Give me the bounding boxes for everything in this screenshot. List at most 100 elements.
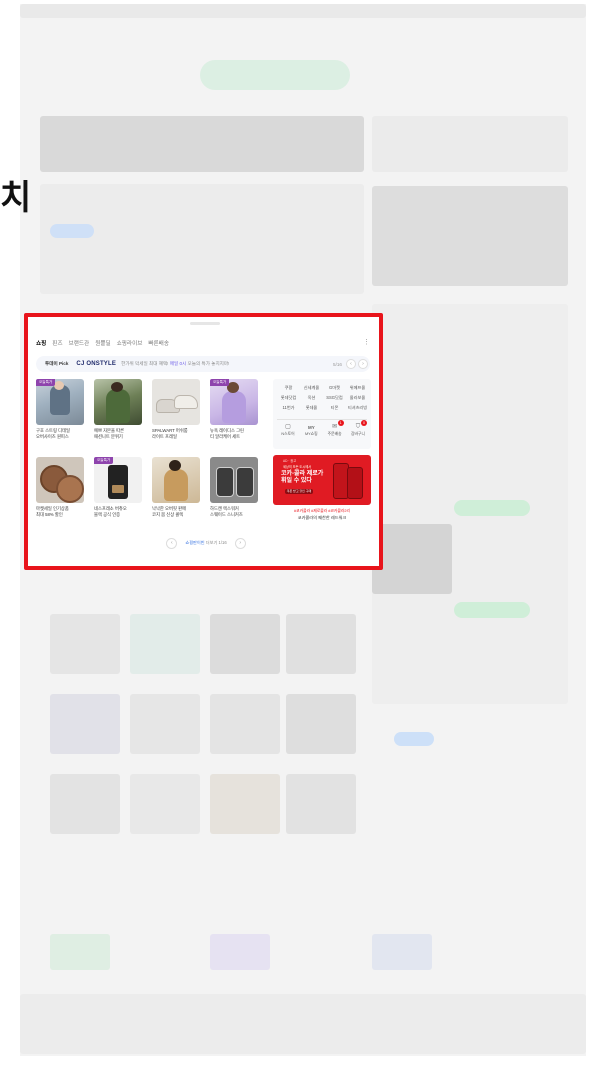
coca-cola-ad[interactable]: AD · 광고 세상의 모든 도시에서 코카-콜라 제로가 휘일 수 있다 쿠폰…: [273, 455, 371, 530]
blurred-grid-12: [286, 774, 356, 834]
product-card[interactable]: 하드캔 렉스워커 스웨이드 스니커즈: [210, 457, 260, 527]
pager-prev-button[interactable]: ‹: [166, 537, 178, 549]
product-card[interactable]: 오늘특가 구호 스트링 디테일 오버사이즈 원피스: [36, 379, 86, 449]
banner-prev-button[interactable]: ‹: [346, 359, 356, 369]
tab-pinz[interactable]: 핀즈: [52, 337, 62, 351]
pager-next-button[interactable]: ›: [234, 537, 246, 549]
product-name: 네스프레소 버츄오 블랙 공식 인증: [94, 506, 127, 517]
product-image: [210, 457, 258, 503]
banner-page-indicator: 5/16: [333, 361, 342, 367]
mall-link[interactable]: 신세계몰: [300, 385, 323, 391]
mall-link[interactable]: 11번가: [277, 405, 300, 411]
blurred-grid-3: [210, 614, 280, 674]
cart-shortcut[interactable]: ⛉ 0 장바구니: [347, 420, 369, 437]
notification-badge: 1: [337, 420, 344, 426]
product-name: 뉴욕 레이디스 그린 티 알라케어 세트: [210, 428, 245, 439]
blurred-footer-card-2: [210, 934, 270, 970]
product-image: [36, 457, 84, 503]
blurred-grid-11: [210, 774, 280, 834]
highlighted-shopping-widget: 쇼핑 핀즈 브랜드관 원쁠딜 쇼핑라이브 빠른배송 ⋮ 투데이 Pick CJ …: [24, 313, 383, 570]
today-deal-badge: 오늘특가: [94, 457, 114, 464]
mall-link[interactable]: 롯데닷컴: [277, 395, 300, 401]
blurred-side-image: [372, 186, 568, 286]
tab-shopping[interactable]: 쇼핑: [36, 337, 46, 351]
ad-cta-button[interactable]: 쿠폰 받고 할인 구매: [285, 489, 313, 494]
product-card[interactable]: 오늘특가 뉴욕 레이디스 그린 티 알라케어 세트: [210, 379, 260, 449]
product-image: [152, 457, 200, 503]
mall-link[interactable]: 옥션: [300, 395, 323, 401]
blurred-green-button-2: [454, 602, 530, 618]
ad-subheading: 세상의 모든 도시에서: [283, 465, 312, 469]
blurred-green-button: [454, 500, 530, 516]
product-image: [94, 379, 142, 425]
mall-link[interactable]: 위메프몰: [346, 385, 369, 391]
product-card[interactable]: 예쁘 자본을 따른 패션니트 분위기: [94, 379, 144, 449]
ad-headline: 코카-콜라 제로가 휘일 수 있다: [281, 471, 324, 484]
blurred-footer-card-1: [50, 934, 110, 970]
my-icon: MY: [307, 425, 315, 430]
today-pick-label: 투데이 Pick: [45, 361, 69, 366]
menu-divider: [277, 419, 367, 420]
drag-handle[interactable]: [190, 322, 220, 325]
blurred-blue-chip: [50, 224, 94, 238]
mall-link[interactable]: 몰라보몰: [346, 395, 369, 401]
mall-link[interactable]: 롯데몰: [300, 405, 323, 411]
mall-link[interactable]: 티셔츠리빙: [346, 405, 369, 411]
product-grid: 오늘특가 구호 스트링 디테일 오버사이즈 원피스 예쁘 자본을 따른 패션니트 분…: [36, 379, 268, 529]
product-card[interactable]: SPALWART 머쉬룸 라이트 프레일: [152, 379, 202, 449]
product-card[interactable]: 낙낙한 오버핏 판매 코지 봄 신상 콜렉: [152, 457, 202, 527]
shopping-mall-menu: 쿠팡 신세계몰 G마켓 위메프몰 롯데닷컴 옥션 SSG닷컴 몰라보몰 11번가…: [273, 379, 371, 449]
today-pick-banner[interactable]: 투데이 Pick CJ ONSTYLE 한가위 막세일 최대 혜택! 매일 0시…: [36, 356, 370, 372]
product-card[interactable]: 오늘특가 네스프레소 버츄오 블랙 공식 인증: [94, 457, 144, 527]
banner-next-button[interactable]: ›: [358, 359, 368, 369]
blurred-footer-card-3: [372, 934, 432, 970]
ad-description: 코카콜라의 째찬한 레드워크: [297, 515, 347, 520]
mall-link[interactable]: 쿠팡: [277, 385, 300, 391]
blurred-grid-1: [50, 614, 120, 674]
blurred-grid-4: [286, 614, 356, 674]
order-delivery-shortcut[interactable]: ✉ 1 주문배송: [324, 420, 346, 437]
mall-link[interactable]: G마켓: [323, 385, 346, 391]
mall-links: 쿠팡 신세계몰 G마켓 위메프몰 롯데닷컴 옥션 SSG닷컴 몰라보몰 11번가…: [277, 385, 369, 411]
mall-link[interactable]: SSG닷컴: [323, 395, 346, 401]
shopping-tabs: 쇼핑 핀즈 브랜드관 원쁠딜 쇼핑라이브 빠른배송: [36, 337, 169, 351]
today-deal-badge: 오늘특가: [210, 379, 230, 386]
blurred-side-photo: [372, 524, 452, 594]
today-deal-badge: 오늘특가: [36, 379, 56, 386]
tab-shopping-live[interactable]: 쇼핑라이브: [117, 337, 143, 351]
ad-hashtags: #코카콜라 #제로콜라 #코카콜라2리: [294, 509, 350, 513]
product-image: [152, 379, 200, 425]
pager-label[interactable]: 쇼핑판이빈 더보기 1/16: [185, 540, 226, 546]
blurred-blue-button: [394, 732, 434, 746]
blurred-grid-6: [130, 694, 200, 754]
my-shopping-shortcut[interactable]: MY MY쇼핑: [300, 423, 322, 437]
blurred-header-bar: [20, 4, 586, 18]
ad-label: AD · 광고: [283, 459, 297, 463]
blurred-grid-2: [130, 614, 200, 674]
n-store-shortcut[interactable]: ▢ N스토어: [277, 423, 299, 437]
product-card[interactable]: 마켓세일 인기상품 최대 58% 할인: [36, 457, 86, 527]
cropped-heading-char: 치: [0, 178, 32, 218]
shopping-shortcuts: ▢ N스토어 MY MY쇼핑 ✉ 1 주문배송 ⛉ 0 장바구니: [277, 420, 369, 437]
blurred-grid-5: [50, 694, 120, 754]
mall-link[interactable]: 티몬: [323, 405, 346, 411]
shopping-widget: 쇼핑 핀즈 브랜드관 원쁠딜 쇼핑라이브 빠른배송 ⋮ 투데이 Pick CJ …: [36, 322, 376, 563]
product-name: 예쁘 자본을 따른 패션니트 분위기: [94, 428, 125, 439]
tab-fast-delivery[interactable]: 빠른배송: [148, 337, 169, 351]
tab-one-plus-deal[interactable]: 원쁠딜: [95, 337, 110, 351]
blurred-grid-8: [286, 694, 356, 754]
blurred-grid-10: [130, 774, 200, 834]
more-options-icon[interactable]: ⋮: [363, 338, 370, 348]
tab-brand[interactable]: 브랜드관: [69, 337, 90, 351]
notification-badge: 0: [360, 420, 367, 426]
blurred-news-block: [40, 184, 364, 294]
store-icon: ▢: [285, 424, 291, 430]
blurred-grid-9: [50, 774, 120, 834]
ad-image: AD · 광고 세상의 모든 도시에서 코카-콜라 제로가 휘일 수 있다 쿠폰…: [273, 455, 371, 505]
blurred-search-area: [200, 60, 350, 90]
blurred-footer-bar: [20, 994, 586, 1054]
brand-logo: CJ ONSTYLE: [76, 361, 117, 367]
banner-description: 한가위 막세일 최대 혜택! 매일 0시 오늘의 특가 놓치지마!: [121, 361, 230, 366]
widget-pager: ‹ 쇼핑판이빈 더보기 1/16 ›: [36, 537, 376, 549]
product-name: 마켓세일 인기상품 최대 58% 할인: [36, 506, 69, 517]
